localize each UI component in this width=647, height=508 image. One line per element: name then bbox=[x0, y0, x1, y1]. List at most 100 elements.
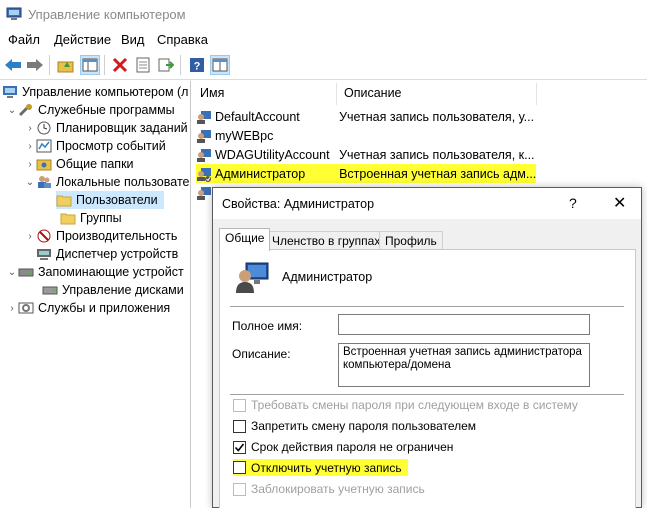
fullname-label: Полное имя: bbox=[232, 319, 303, 333]
tree-item-task-scheduler[interactable]: › Планировщик заданий bbox=[24, 119, 188, 137]
checkbox-label: Заблокировать учетную запись bbox=[251, 482, 425, 496]
checkmark-icon bbox=[234, 443, 245, 452]
view-icon[interactable] bbox=[210, 55, 230, 75]
tree-item-event-viewer[interactable]: › Просмотр событий bbox=[24, 137, 165, 155]
tree-item-users[interactable]: Пользователи bbox=[56, 191, 164, 209]
list-row[interactable]: WDAGUtilityAccount Учетная запись пользо… bbox=[196, 145, 536, 164]
tree-label: Пользователи bbox=[76, 193, 158, 207]
chevron-down-icon[interactable]: ⌄ bbox=[6, 267, 18, 278]
menu-view[interactable]: Вид bbox=[121, 32, 145, 47]
menu-action[interactable]: Действие bbox=[54, 32, 111, 47]
toolbar-separator bbox=[104, 55, 105, 75]
column-header-name[interactable]: Имя bbox=[200, 86, 224, 100]
properties-dialog: Свойства: Администратор ? ✕ Общие Членст… bbox=[212, 187, 642, 508]
fullname-field[interactable] bbox=[338, 314, 590, 335]
tab-profile[interactable]: Профиль bbox=[379, 231, 443, 250]
show-tree-icon[interactable] bbox=[80, 55, 100, 75]
account-disabled-checkbox[interactable]: Отключить учетную запись bbox=[233, 459, 408, 476]
user-name: Администратор bbox=[215, 166, 306, 181]
help-icon[interactable]: ? bbox=[187, 55, 207, 75]
title-bar: Управление компьютером bbox=[0, 0, 647, 30]
tree-item-shared-folders[interactable]: › Общие папки bbox=[24, 155, 133, 173]
user-icon bbox=[196, 166, 212, 182]
password-never-expires-checkbox[interactable]: Срок действия пароля не ограничен bbox=[233, 439, 453, 455]
user-name: WDAGUtilityAccount bbox=[215, 147, 330, 162]
back-arrow-icon[interactable] bbox=[3, 55, 23, 75]
account-locked-checkbox[interactable]: Заблокировать учетную запись bbox=[233, 481, 425, 497]
toolbar: ? bbox=[0, 50, 647, 80]
user-icon bbox=[196, 147, 212, 163]
tab-member-of[interactable]: Членство в группах bbox=[266, 231, 387, 250]
user-account-icon bbox=[236, 262, 269, 293]
disk-icon bbox=[42, 286, 58, 295]
folder-icon bbox=[56, 195, 72, 207]
shared-folder-icon bbox=[36, 159, 52, 171]
tree-item-performance[interactable]: › Производительность bbox=[24, 227, 177, 245]
up-folder-icon[interactable] bbox=[56, 55, 76, 75]
description-field[interactable]: Встроенная учетная запись администратора… bbox=[338, 343, 590, 387]
tree-item-disk-management[interactable]: Управление дисками bbox=[42, 281, 184, 299]
column-separator[interactable] bbox=[536, 83, 537, 105]
folder-icon bbox=[60, 213, 76, 225]
checkbox-box-checked[interactable] bbox=[233, 440, 246, 454]
divider bbox=[230, 394, 624, 395]
chevron-right-icon[interactable]: › bbox=[24, 141, 36, 152]
tree-item-local-users[interactable]: ⌄ Локальные пользовате bbox=[24, 173, 190, 191]
tree-label: Планировщик заданий bbox=[56, 121, 188, 135]
export-icon[interactable] bbox=[156, 55, 176, 75]
checkbox-box[interactable] bbox=[233, 419, 246, 433]
window-title: Управление компьютером bbox=[28, 7, 186, 22]
menu-bar: Файл Действие Вид Справка bbox=[0, 30, 647, 50]
checkbox-box[interactable] bbox=[233, 461, 246, 474]
dialog-title-bar[interactable]: Свойства: Администратор ? ✕ bbox=[213, 188, 641, 219]
chevron-down-icon[interactable]: ⌄ bbox=[6, 105, 18, 116]
tree-label: Службы и приложения bbox=[38, 301, 171, 315]
menu-help[interactable]: Справка bbox=[157, 32, 208, 47]
event-viewer-icon bbox=[36, 139, 52, 153]
chevron-down-icon[interactable]: ⌄ bbox=[24, 177, 36, 188]
close-button[interactable]: ✕ bbox=[613, 193, 626, 213]
chevron-right-icon[interactable]: › bbox=[24, 159, 36, 170]
user-name: myWEBpc bbox=[215, 128, 274, 143]
computer-management-icon bbox=[6, 7, 22, 20]
tree-item-device-manager[interactable]: Диспетчер устройств bbox=[36, 245, 178, 263]
description-label: Описание: bbox=[232, 347, 291, 361]
list-row-selected[interactable]: Администратор Встроенная учетная запись … bbox=[196, 164, 536, 183]
tree-item-storage[interactable]: ⌄ Запоминающие устройст bbox=[6, 263, 184, 281]
navigation-tree: Управление компьютером (л ⌄ Служебные пр… bbox=[0, 81, 191, 508]
list-row[interactable]: myWEBpc bbox=[196, 126, 536, 145]
performance-icon bbox=[37, 229, 51, 243]
checkbox-label: Запретить смену пароля пользователем bbox=[251, 419, 477, 433]
delete-icon[interactable] bbox=[110, 55, 130, 75]
column-separator[interactable] bbox=[336, 83, 337, 105]
cannot-change-password-checkbox[interactable]: Запретить смену пароля пользователем bbox=[233, 418, 476, 434]
chevron-right-icon[interactable]: › bbox=[6, 303, 18, 314]
tree-label: Группы bbox=[80, 211, 122, 225]
column-header-description[interactable]: Описание bbox=[344, 86, 402, 100]
tree-label: Локальные пользовате bbox=[56, 175, 190, 189]
forward-arrow-icon[interactable] bbox=[25, 55, 45, 75]
user-description: Встроенная учетная запись адм... bbox=[339, 166, 536, 181]
checkbox-label: Срок действия пароля не ограничен bbox=[251, 440, 454, 454]
user-description: Учетная запись пользователя, у... bbox=[339, 109, 535, 124]
tree-item-system-tools[interactable]: ⌄ Служебные программы bbox=[6, 101, 175, 119]
help-button[interactable]: ? bbox=[569, 195, 577, 211]
menu-file[interactable]: Файл bbox=[8, 32, 40, 47]
tree-item-services-apps[interactable]: › Службы и приложения bbox=[6, 299, 170, 317]
account-name: Администратор bbox=[282, 270, 373, 284]
tree-item-computer-management[interactable]: Управление компьютером (л bbox=[2, 83, 188, 101]
user-description: Учетная запись пользователя, к... bbox=[339, 147, 535, 162]
tab-general[interactable]: Общие bbox=[219, 228, 271, 251]
must-change-password-checkbox[interactable]: Требовать смены пароля при следующем вхо… bbox=[233, 397, 578, 413]
checkbox-box[interactable] bbox=[233, 398, 246, 412]
checkbox-box[interactable] bbox=[233, 482, 246, 496]
properties-icon[interactable] bbox=[133, 55, 153, 75]
user-icon bbox=[196, 109, 212, 125]
chevron-right-icon[interactable]: › bbox=[24, 231, 36, 242]
tree-item-groups[interactable]: Группы bbox=[60, 209, 122, 227]
user-icon bbox=[196, 128, 212, 144]
list-row[interactable]: DefaultAccount Учетная запись пользовате… bbox=[196, 107, 536, 126]
chevron-right-icon[interactable]: › bbox=[24, 123, 36, 134]
user-icon bbox=[196, 185, 212, 201]
users-icon bbox=[38, 176, 51, 188]
